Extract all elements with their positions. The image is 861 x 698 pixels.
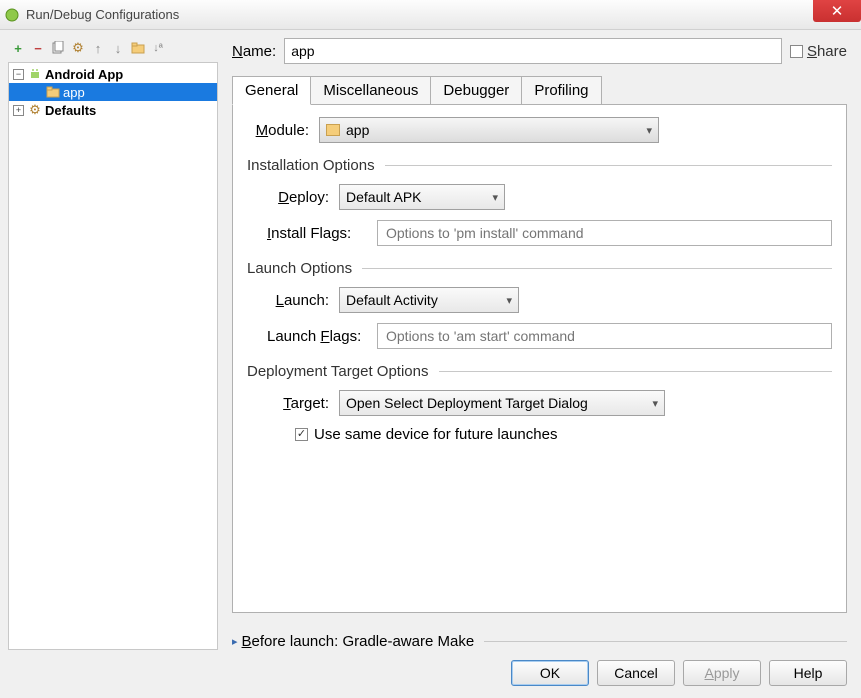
copy-icon[interactable] — [50, 40, 66, 56]
folder-icon — [326, 124, 340, 136]
titlebar: Run/Debug Configurations ✕ — [0, 0, 861, 30]
android-icon — [27, 67, 43, 81]
down-icon[interactable]: ↓ — [110, 40, 126, 56]
tree-label: app — [63, 85, 85, 100]
collapse-icon[interactable]: − — [13, 69, 24, 80]
same-device-checkbox[interactable]: Use same device for future launches — [247, 426, 832, 443]
cancel-button[interactable]: Cancel — [597, 660, 675, 686]
up-icon[interactable]: ↑ — [90, 40, 106, 56]
target-label: Target: — [267, 395, 329, 412]
tree-item-defaults[interactable]: + ⚙ Defaults — [9, 101, 217, 119]
deploy-label: Deploy: — [267, 189, 329, 206]
dialog-buttons: OK Cancel Apply Help — [0, 650, 861, 698]
config-toolbar: + − ⚙ ↑ ↓ ↓ª — [8, 38, 218, 62]
left-panel: + − ⚙ ↑ ↓ ↓ª − Android App app + ⚙ Defau… — [8, 38, 218, 650]
apply-button[interactable]: Apply — [683, 660, 761, 686]
launch-combo[interactable]: Default Activity — [339, 287, 519, 313]
checkbox-icon — [295, 428, 308, 441]
sort-icon[interactable]: ↓ª — [150, 40, 166, 56]
share-checkbox[interactable]: Share — [790, 43, 847, 60]
module-combo[interactable]: app — [319, 117, 659, 143]
folder-icon — [45, 85, 61, 99]
tree-item-app[interactable]: app — [9, 83, 217, 101]
config-tree[interactable]: − Android App app + ⚙ Defaults — [8, 62, 218, 650]
remove-icon[interactable]: − — [30, 40, 46, 56]
settings-icon[interactable]: ⚙ — [70, 40, 86, 56]
name-input[interactable] — [284, 38, 782, 64]
same-device-label: Use same device for future launches — [314, 426, 557, 443]
tab-profiling[interactable]: Profiling — [521, 76, 601, 104]
tabs: General Miscellaneous Debugger Profiling — [232, 76, 847, 105]
disclosure-icon: ▸ — [232, 635, 238, 648]
checkbox-icon — [790, 45, 803, 58]
tab-miscellaneous[interactable]: Miscellaneous — [310, 76, 431, 104]
help-button[interactable]: Help — [769, 660, 847, 686]
titlebar-text: Run/Debug Configurations — [26, 7, 179, 22]
tree-label: Android App — [45, 67, 123, 82]
install-flags-input[interactable] — [377, 220, 832, 246]
ok-button[interactable]: OK — [511, 660, 589, 686]
folder-icon[interactable] — [130, 40, 146, 56]
target-combo[interactable]: Open Select Deployment Target Dialog — [339, 390, 665, 416]
launch-flags-label: Launch Flags: — [267, 328, 367, 345]
tab-general[interactable]: General — [232, 76, 311, 105]
install-flags-label: Install Flags: — [267, 225, 367, 242]
name-label: Name: — [232, 43, 276, 60]
module-label: Module: — [247, 122, 309, 139]
deploy-combo[interactable]: Default APK — [339, 184, 505, 210]
right-panel: Name: Share General Miscellaneous Debugg… — [232, 38, 847, 650]
section-installation-options: Installation Options — [247, 157, 832, 174]
section-launch-options: Launch Options — [247, 260, 832, 277]
close-button[interactable]: ✕ — [813, 0, 861, 22]
add-icon[interactable]: + — [10, 40, 26, 56]
tab-content-general: Module: app Installation Options Deploy:… — [232, 105, 847, 613]
before-launch-section[interactable]: ▸ Before launch: Gradle-aware Make — [232, 633, 847, 650]
launch-label: Launch: — [267, 292, 329, 309]
tree-item-android-app[interactable]: − Android App — [9, 65, 217, 83]
tree-label: Defaults — [45, 103, 96, 118]
wrench-icon: ⚙ — [27, 103, 43, 117]
tab-debugger[interactable]: Debugger — [430, 76, 522, 104]
section-deployment-target: Deployment Target Options — [247, 363, 832, 380]
app-icon — [4, 7, 20, 23]
launch-flags-input[interactable] — [377, 323, 832, 349]
expand-icon[interactable]: + — [13, 105, 24, 116]
